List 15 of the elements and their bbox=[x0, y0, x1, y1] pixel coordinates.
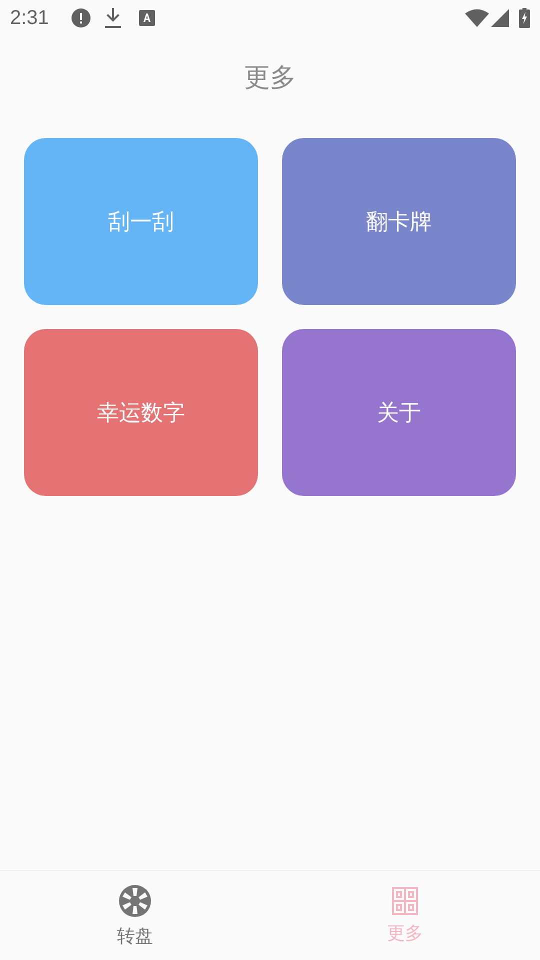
alert-icon bbox=[70, 8, 91, 28]
font-icon bbox=[138, 10, 155, 26]
page-title: 更多 bbox=[244, 62, 296, 95]
grid-icon bbox=[392, 886, 418, 914]
wheel-icon bbox=[118, 884, 152, 918]
wifi-icon bbox=[465, 9, 489, 27]
feature-tile[interactable]: 刮一刮 bbox=[24, 138, 258, 305]
feature-tile[interactable]: 翻卡牌 bbox=[282, 138, 516, 305]
download-icon bbox=[104, 7, 121, 29]
battery-icon bbox=[519, 8, 530, 28]
signal-icon bbox=[491, 9, 509, 27]
clock: 2:31 bbox=[10, 6, 49, 30]
feature-tile[interactable]: 关于 bbox=[282, 329, 516, 496]
feature-tile[interactable]: 幸运数字 bbox=[24, 329, 258, 496]
nav-tab[interactable]: 转盘 bbox=[0, 871, 270, 960]
